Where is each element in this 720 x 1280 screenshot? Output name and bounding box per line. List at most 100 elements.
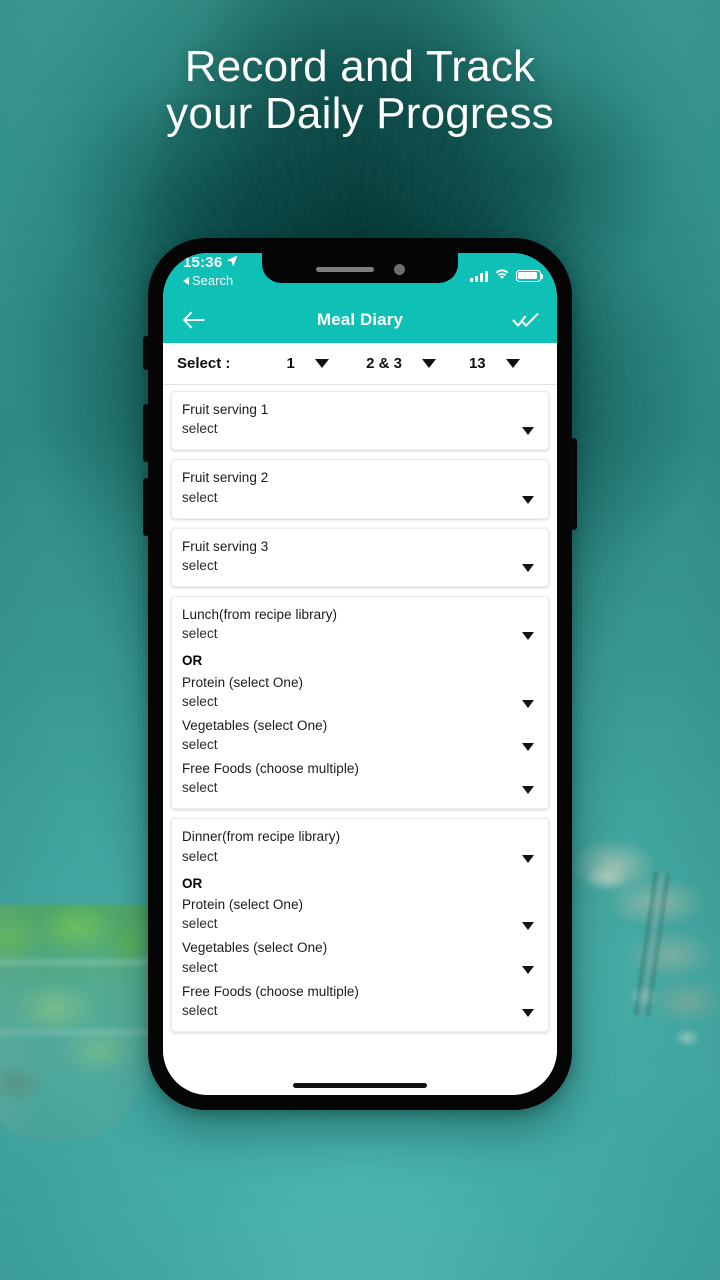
form-field: Lunch(from recipe library) select: [182, 605, 538, 648]
select-dropdown-1[interactable]: 1: [261, 355, 354, 372]
chevron-down-icon: [522, 427, 534, 436]
chevron-down-icon: [314, 359, 329, 368]
volume-up-button[interactable]: [143, 404, 149, 462]
meal-card-fruit-serving-3: Fruit serving 3 select: [171, 527, 549, 587]
form-field: Protein (select One) select: [182, 673, 538, 716]
chevron-down-icon: [522, 965, 534, 974]
battery-full-icon: [516, 270, 544, 282]
status-time-row: 15:36: [183, 254, 239, 271]
field-label: Protein (select One): [182, 897, 304, 913]
select-dropdown-2-value: 2 & 3: [366, 355, 402, 372]
field-label: Free Foods (choose multiple): [182, 983, 359, 999]
field-label: Dinner(from recipe library): [182, 829, 341, 845]
field-label: Fruit serving 2: [182, 470, 269, 486]
phone-mockup: 15:36 Search Meal Diary Select: 1 2 & 3…: [143, 238, 577, 1110]
select-dropdown[interactable]: select: [182, 779, 538, 800]
volume-down-button[interactable]: [143, 478, 149, 536]
device-notch: [262, 253, 458, 283]
select-dropdown-3[interactable]: 13: [448, 355, 541, 372]
select-dropdown[interactable]: select: [182, 625, 538, 646]
promo-headline-line1: Record and Track: [184, 42, 536, 91]
select-dropdown[interactable]: select: [182, 848, 538, 869]
home-indicator[interactable]: [293, 1083, 427, 1088]
field-label: Vegetables (select One): [182, 717, 328, 733]
select-dropdown-value: select: [182, 959, 218, 975]
promo-headline: Record and Track your Daily Progress: [0, 42, 720, 138]
promo-screenshot: Record and Track your Daily Progress 15:…: [0, 0, 720, 1280]
chevron-down-icon: [505, 359, 520, 368]
promo-headline-line2: your Daily Progress: [166, 88, 554, 138]
front-camera-icon: [393, 263, 405, 275]
chevron-down-icon: [522, 922, 534, 931]
chevron-down-icon: [421, 359, 436, 368]
location-arrow-icon: [226, 254, 239, 271]
meal-form-list[interactable]: Fruit serving 1 select Fruit serving 2 sele…: [163, 385, 557, 1095]
select-dropdown[interactable]: select: [182, 736, 538, 757]
field-label: Free Foods (choose multiple): [182, 761, 359, 777]
chevron-down-icon: [522, 699, 534, 708]
meal-card-fruit-serving-2: Fruit serving 2 select: [171, 459, 549, 519]
status-bar-right: [470, 267, 544, 285]
select-dropdown-3-value: 13: [468, 355, 486, 372]
field-label: Vegetables (select One): [182, 940, 328, 956]
select-dropdown-value: select: [182, 916, 218, 932]
chevron-down-icon: [522, 563, 534, 572]
status-bar-left: 15:36 Search: [183, 254, 239, 287]
select-dropdown-value: select: [182, 848, 218, 864]
field-label: Fruit serving 1: [182, 402, 269, 417]
form-field: Vegetables (select One) select: [182, 938, 538, 981]
wifi-icon: [494, 267, 510, 285]
select-dropdown[interactable]: select: [182, 489, 538, 510]
status-time: 15:36: [183, 254, 223, 271]
form-field: Fruit serving 3 select: [182, 537, 538, 580]
power-button[interactable]: [571, 438, 577, 530]
form-field: Fruit serving 2 select: [182, 468, 538, 511]
select-bar: Select : 1 2 & 3 13: [163, 343, 557, 385]
back-to-app-label: Search: [192, 273, 234, 288]
select-dropdown[interactable]: select: [182, 420, 538, 441]
page-title: Meal Diary: [316, 310, 404, 329]
field-label: Lunch(from recipe library): [182, 606, 338, 622]
save-button[interactable]: [509, 303, 543, 337]
select-dropdown-value: select: [182, 489, 218, 505]
chevron-down-icon: [522, 786, 534, 795]
select-dropdown-value: select: [182, 557, 218, 573]
cellular-signal-icon: [470, 270, 488, 282]
chevron-down-icon: [522, 632, 534, 640]
earpiece-speaker-icon: [315, 266, 374, 272]
select-dropdown-value: select: [182, 737, 218, 753]
field-label: Fruit serving 3: [182, 538, 269, 554]
meal-card-dinner: Dinner(from recipe library) select OR Prote…: [171, 818, 549, 1032]
chevron-down-icon: [522, 743, 534, 752]
select-dropdown-value: select: [182, 693, 218, 709]
meal-card-lunch: Lunch(from recipe library) select OR Protei…: [171, 595, 549, 810]
silent-switch-button[interactable]: [143, 336, 149, 370]
select-dropdown-value: select: [182, 780, 218, 796]
chevron-down-icon: [522, 1008, 534, 1017]
select-dropdown[interactable]: select: [182, 959, 538, 980]
form-field: Fruit serving 1 select: [182, 400, 538, 443]
select-dropdown[interactable]: select: [182, 693, 538, 714]
form-field: Free Foods (choose multiple) select: [182, 982, 538, 1025]
back-to-app-link[interactable]: Search: [183, 274, 239, 287]
select-dropdown-2[interactable]: 2 & 3: [354, 355, 447, 372]
select-dropdown-value: select: [182, 421, 218, 437]
select-dropdown[interactable]: select: [182, 1002, 538, 1023]
or-separator: OR: [182, 653, 203, 668]
chevron-down-icon: [522, 495, 534, 504]
form-field: Protein (select One) select: [182, 895, 538, 938]
back-button[interactable]: [177, 303, 211, 337]
select-dropdown[interactable]: select: [182, 915, 538, 936]
triangle-left-icon: [183, 276, 189, 285]
field-label: Protein (select One): [182, 674, 304, 690]
phone-screen: 15:36 Search Meal Diary Select: 1 2 & 3…: [163, 253, 557, 1095]
meal-card-fruit-serving-1: Fruit serving 1 select: [171, 391, 549, 451]
form-field: Dinner(from recipe library) select: [182, 827, 538, 870]
double-check-icon: [512, 312, 539, 327]
form-field: Free Foods (choose multiple) select: [182, 759, 538, 802]
select-dropdown-1-value: 1: [286, 355, 295, 372]
arrow-left-icon: [183, 311, 205, 329]
select-dropdown[interactable]: select: [182, 557, 538, 578]
form-field: Vegetables (select One) select: [182, 716, 538, 759]
chevron-down-icon: [522, 854, 534, 863]
